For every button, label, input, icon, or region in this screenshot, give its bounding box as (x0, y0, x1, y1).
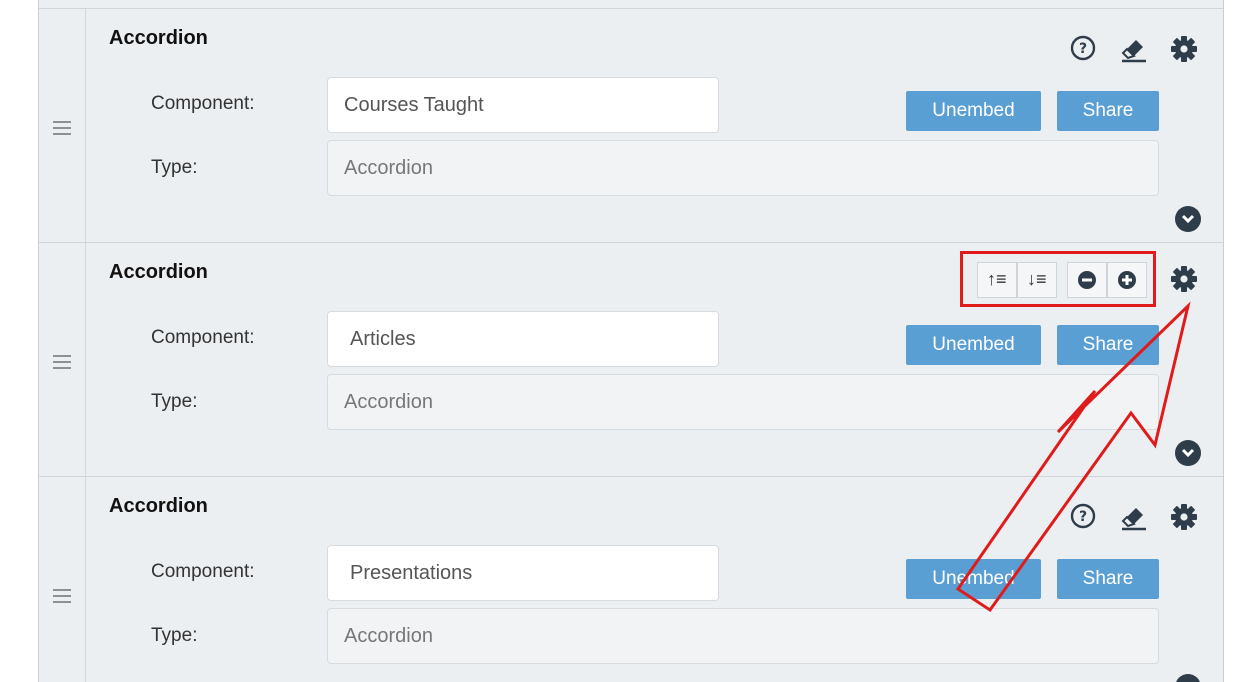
expand-chevron-icon[interactable] (1175, 440, 1201, 466)
eraser-icon[interactable] (1119, 35, 1149, 63)
expand-all-button[interactable] (1107, 262, 1147, 298)
type-field: Accordion (327, 140, 1159, 196)
component-label: Component: (151, 561, 255, 582)
unembed-button[interactable]: Unembed (906, 91, 1041, 131)
type-label: Type: (151, 625, 198, 646)
share-button[interactable]: Share (1057, 91, 1159, 131)
component-field[interactable]: Courses Taught (327, 77, 719, 133)
toolbar-highlight: ↑≡ ↓≡ (960, 251, 1156, 307)
drag-handle-icon (53, 355, 71, 373)
drag-handle[interactable] (39, 9, 86, 243)
sort-descending-icon: ↓≡ (1027, 269, 1047, 289)
collapse-all-icon (1078, 271, 1096, 289)
component-block: Accordion ? Compon (39, 8, 1223, 243)
gear-icon[interactable] (1170, 35, 1198, 63)
drag-handle-icon (53, 589, 71, 607)
unembed-button[interactable]: Unembed (906, 559, 1041, 599)
component-field[interactable]: Articles (327, 311, 719, 367)
expand-chevron-icon[interactable] (1175, 674, 1201, 682)
sort-ascending-button[interactable]: ↑≡ (977, 262, 1017, 298)
gear-icon[interactable] (1170, 503, 1198, 531)
share-button[interactable]: Share (1057, 325, 1159, 365)
help-icon[interactable]: ? (1070, 503, 1096, 529)
component-title: Accordion (109, 261, 208, 283)
component-title: Accordion (109, 495, 208, 517)
help-icon[interactable]: ? (1070, 35, 1096, 61)
share-button[interactable]: Share (1057, 559, 1159, 599)
components-panel: Accordion ? Component: Courses Taught Un… (38, 0, 1224, 682)
drag-handle-icon (53, 121, 71, 139)
svg-text:?: ? (1079, 509, 1087, 525)
eraser-icon[interactable] (1119, 503, 1149, 531)
type-field: Accordion (327, 374, 1159, 430)
drag-handle[interactable] (39, 477, 86, 682)
collapse-all-button[interactable] (1067, 262, 1107, 298)
component-label: Component: (151, 93, 255, 114)
sort-descending-button[interactable]: ↓≡ (1017, 262, 1057, 298)
component-field[interactable]: Presentations (327, 545, 719, 601)
component-label: Component: (151, 327, 255, 348)
type-label: Type: (151, 157, 198, 178)
svg-text:?: ? (1079, 41, 1087, 57)
expand-all-icon (1118, 271, 1136, 289)
drag-handle[interactable] (39, 243, 86, 477)
type-field: Accordion (327, 608, 1159, 664)
component-block: Accordion ? Compon (39, 476, 1223, 682)
gear-icon[interactable] (1170, 265, 1198, 293)
expand-chevron-icon[interactable] (1175, 206, 1201, 232)
sort-ascending-icon: ↑≡ (987, 269, 1007, 289)
type-label: Type: (151, 391, 198, 412)
component-block: Accordion ↑≡ ↓≡ Component: Articles Unem… (39, 242, 1223, 477)
component-title: Accordion (109, 27, 208, 49)
unembed-button[interactable]: Unembed (906, 325, 1041, 365)
